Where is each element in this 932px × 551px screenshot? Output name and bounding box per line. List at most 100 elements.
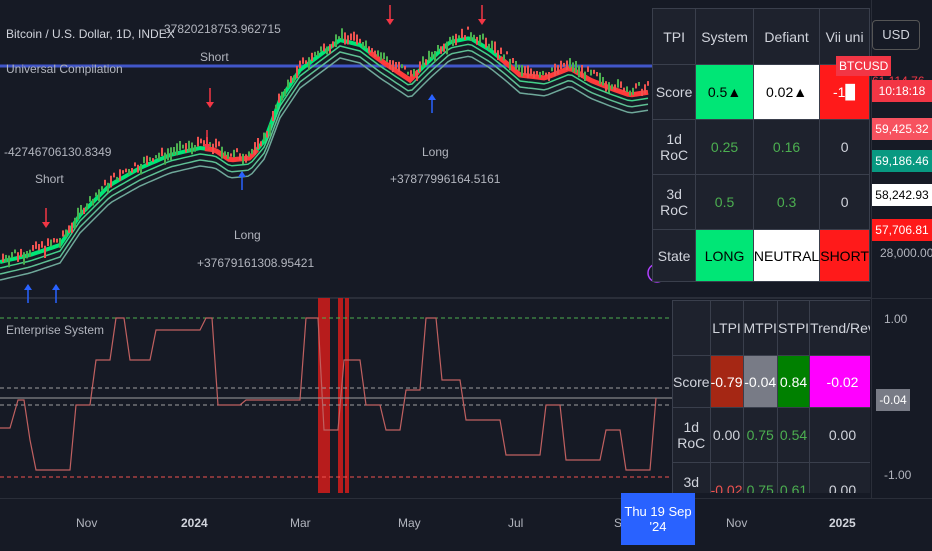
system-score: 0.5▲ [695,64,754,120]
candle [65,229,67,237]
candle [170,147,172,160]
candle [110,175,112,188]
candle [473,34,475,41]
system-roc3: 0.5 [695,174,754,230]
candle [506,51,508,55]
long-value-annotation: +37877996164.5161 [390,172,501,186]
candle [320,46,322,52]
candle [86,203,88,211]
candle [218,141,220,147]
candle [536,71,538,76]
ticker-badge: BTCUSD [836,56,892,76]
candle [512,58,514,64]
symbol-title[interactable]: Bitcoin / U.S. Dollar, 1D, INDEX [6,27,175,41]
candle [314,51,316,57]
candle [296,66,298,79]
candle [8,255,10,268]
candle [278,93,280,103]
candle [14,249,16,254]
candle [95,192,97,197]
candle [500,47,502,54]
candle [155,155,157,159]
candle [302,57,304,64]
defiant-state: NEUTRAL [752,229,821,282]
candle [584,71,586,81]
indicator-name[interactable]: Universal Compilation [6,62,123,76]
candle [599,72,601,84]
tpi-table: TPI System Defiant Vii uni Score 0.5▲ 0.… [651,8,870,282]
ltpi-roc3: -0.02 [709,462,744,493]
candle [179,141,181,151]
candle [359,38,361,43]
candle [467,26,469,30]
candle [68,225,70,233]
candle [284,89,286,96]
time-axis[interactable] [0,498,932,551]
candle [551,67,553,72]
candle [350,33,352,41]
candle [269,124,271,137]
short-arrowhead [386,19,394,25]
candle [530,68,532,76]
candle [605,81,607,92]
candle [461,28,463,39]
x-label: Mar [290,516,311,530]
candle [59,238,61,248]
candle [617,79,619,88]
candle [437,45,439,52]
candle [326,46,328,55]
candle [143,156,145,164]
candle [458,35,460,39]
price-tag-close: 58,242.93 [872,184,932,206]
candle [236,148,238,153]
candle [488,43,490,51]
candle [185,143,187,153]
candle [395,62,397,70]
red-highlight-band [318,298,330,493]
enterprise-title[interactable]: Enterprise System [6,323,104,337]
x-label: May [398,516,421,530]
candle [212,143,214,155]
candle [71,222,73,233]
candle [62,230,64,237]
ma-band-line [0,55,649,281]
candle [272,111,274,122]
mtpi-roc3: 0.75 [742,462,778,493]
candle [545,72,547,77]
long-label: Long [422,145,449,159]
candle [422,56,424,68]
candle [131,168,133,173]
candle [491,40,493,50]
mtpi-score: -0.04 [742,355,778,408]
candle [5,254,7,263]
candle [602,77,604,86]
stpi-score: 0.84 [776,355,811,408]
candle [581,65,583,78]
candle [128,169,130,175]
enterprise-table: LTPI MTPI STPI Trend/Rev Score -0.79 -0.… [672,300,870,493]
candle [251,148,253,155]
candle [74,217,76,229]
candle [353,31,355,41]
current-value-tag: -0.04 [876,389,910,411]
candle [428,50,430,61]
candle [140,163,142,175]
candle [158,152,160,160]
candle [137,164,139,173]
candle [275,104,277,109]
candle [167,148,169,161]
candle [569,58,571,69]
candle [92,198,94,206]
candle [35,241,37,249]
candle [497,50,499,60]
candle [635,83,637,89]
currency-button[interactable]: USD [872,20,920,50]
candle [83,207,85,214]
candle [548,72,550,81]
score-label: Score [651,64,697,120]
long-arrowhead [24,284,32,290]
candle [365,40,367,49]
candle [221,146,223,159]
candle [44,245,46,258]
candle [215,138,217,148]
